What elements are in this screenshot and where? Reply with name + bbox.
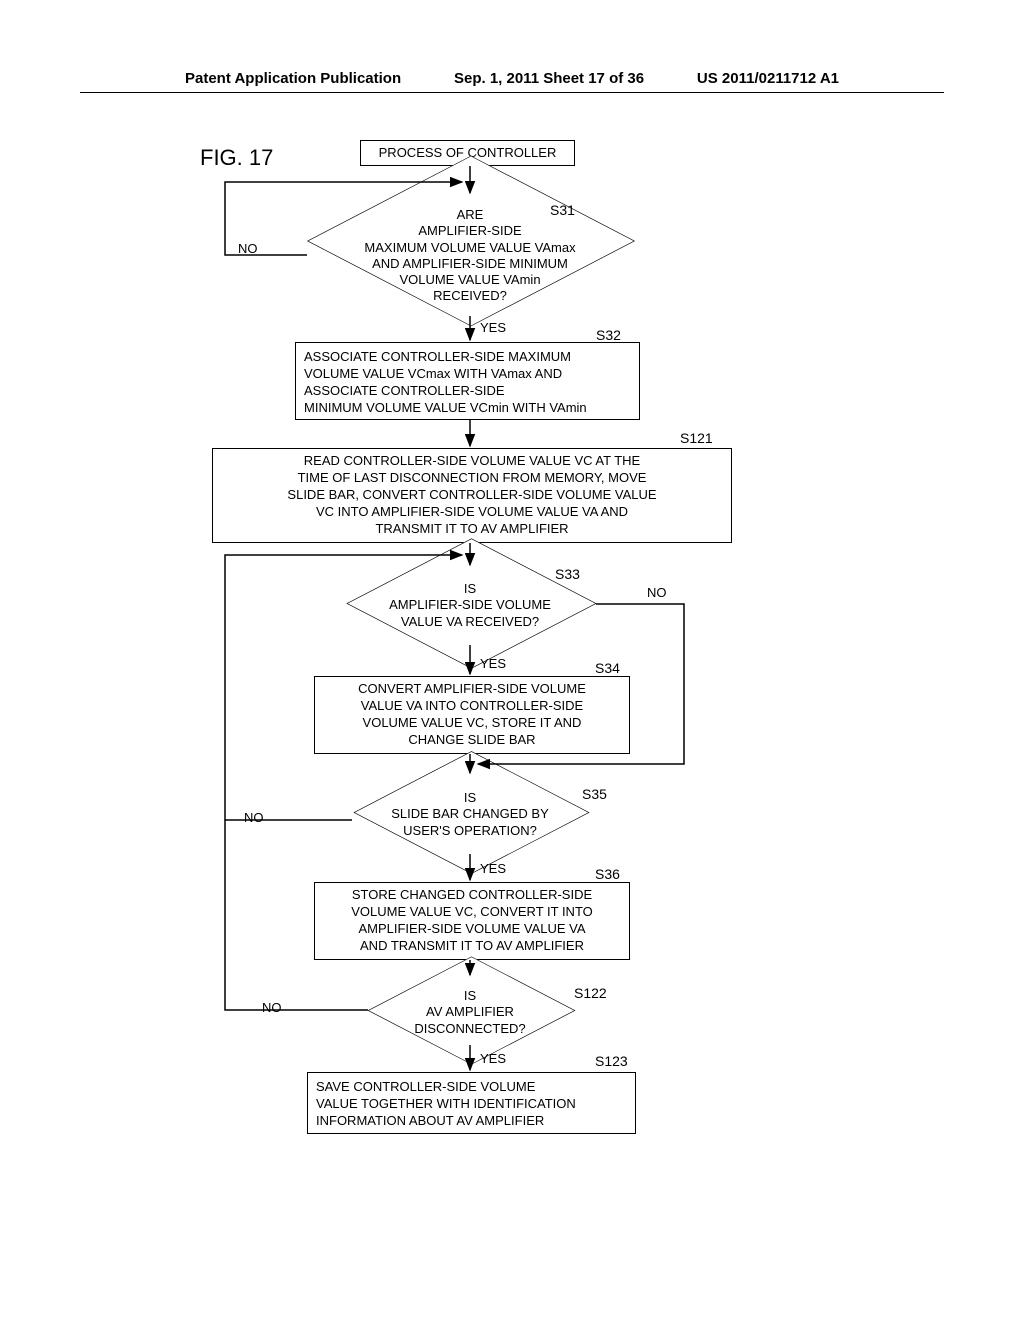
s35-text: IS SLIDE BAR CHANGED BY USER'S OPERATION… [340,790,600,839]
s121-box: READ CONTROLLER-SIDE VOLUME VALUE VC AT … [212,448,732,543]
s33-label: S33 [555,566,580,582]
s36-label: S36 [595,866,620,882]
s32-box: ASSOCIATE CONTROLLER-SIDE MAXIMUM VOLUME… [295,342,640,420]
figure-label: FIG. 17 [200,145,273,171]
s121-label: S121 [680,430,713,446]
s31-yes: YES [480,320,506,335]
s123-box: SAVE CONTROLLER-SIDE VOLUME VALUE TOGETH… [307,1072,636,1134]
s35-yes: YES [480,861,506,876]
header-left: Patent Application Publication [185,70,401,87]
s36-box: STORE CHANGED CONTROLLER-SIDE VOLUME VAL… [314,882,630,960]
s34-label: S34 [595,660,620,676]
s123-label: S123 [595,1053,628,1069]
s31-text: ARE AMPLIFIER-SIDE MAXIMUM VOLUME VALUE … [300,207,640,305]
s33-no: NO [647,585,667,600]
s33-text: IS AMPLIFIER-SIDE VOLUME VALUE VA RECEIV… [335,581,605,630]
s122-yes: YES [480,1051,506,1066]
page-header: Patent Application Publication Sep. 1, 2… [80,0,944,93]
s34-box: CONVERT AMPLIFIER-SIDE VOLUME VALUE VA I… [314,676,630,754]
s122-text: IS AV AMPLIFIER DISCONNECTED? [370,988,570,1037]
s122-no: NO [262,1000,282,1015]
s31-no: NO [238,241,258,256]
header-center: Sep. 1, 2011 Sheet 17 of 36 [454,70,644,87]
s122-label: S122 [574,985,607,1001]
header-right: US 2011/0211712 A1 [697,70,839,87]
s33-yes: YES [480,656,506,671]
s32-label: S32 [596,327,621,343]
s35-no: NO [244,810,264,825]
